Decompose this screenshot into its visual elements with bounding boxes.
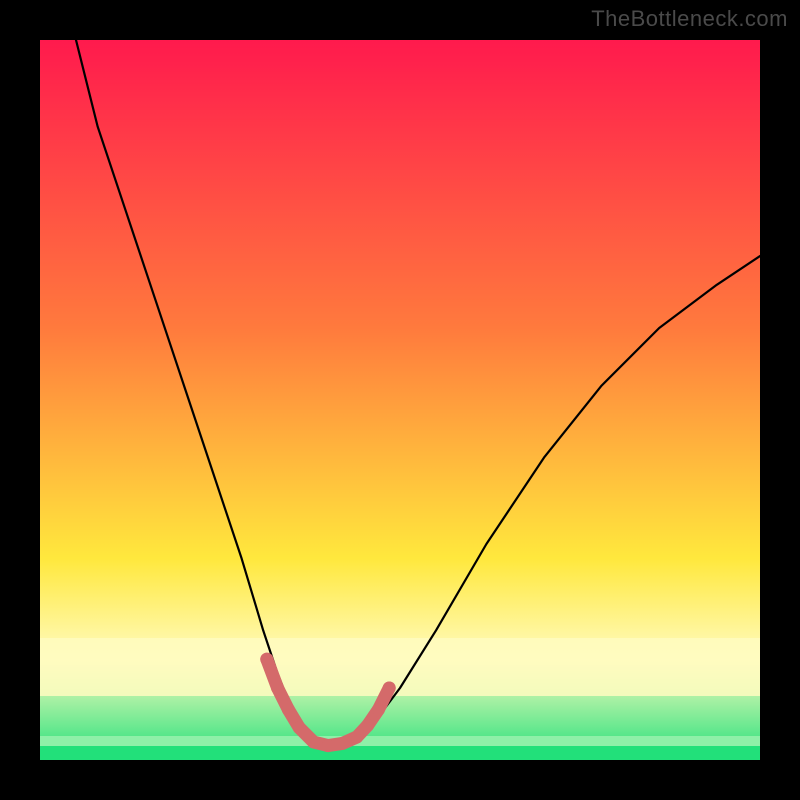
marker-dot xyxy=(282,703,295,716)
marker-dot xyxy=(271,682,284,695)
marker-dot xyxy=(336,737,349,750)
marker-dot xyxy=(361,719,374,732)
marker-dot xyxy=(307,736,320,749)
marker-dot xyxy=(260,653,273,666)
marker-dot xyxy=(350,731,363,744)
chart-frame: TheBottleneck.com xyxy=(0,0,800,800)
marker-dot xyxy=(293,721,306,734)
marker-dot xyxy=(372,703,385,716)
plot-svg xyxy=(40,40,760,760)
watermark-text: TheBottleneck.com xyxy=(591,6,788,32)
bottleneck-plot xyxy=(40,40,760,760)
ideal-zone-fade xyxy=(40,736,760,746)
marker-dot xyxy=(383,682,396,695)
marker-dot xyxy=(322,739,335,752)
ideal-zone-strip xyxy=(40,746,760,760)
